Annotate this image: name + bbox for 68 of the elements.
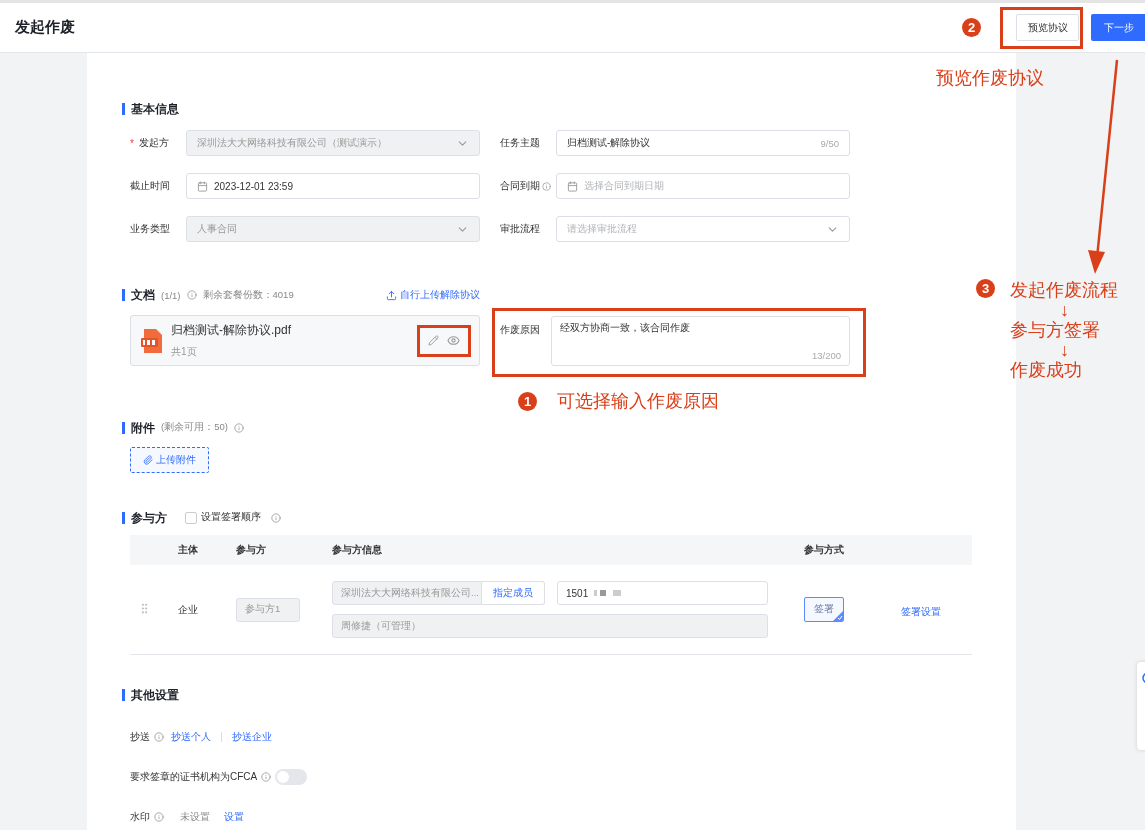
attachment-quota: (剩余可用：50) (161, 421, 228, 434)
page-count: 共1页 (171, 345, 198, 359)
column-header: 参与方式 (803, 543, 845, 557)
calendar-icon (197, 180, 208, 192)
flow-arrow: ↓ (1060, 341, 1069, 359)
column-header: 参与方 (235, 543, 267, 557)
column-header: 主体 (177, 543, 199, 557)
next-button[interactable]: 下一步 (1091, 14, 1145, 41)
sign-mode-button[interactable]: 签署 (804, 597, 844, 622)
checkbox-label: 设置签署顺序 (201, 511, 261, 524)
section-title: 附件 (122, 421, 155, 434)
section-title: 基本信息 (122, 103, 1016, 115)
cc-link[interactable]: 抄送企业 (232, 730, 272, 744)
upload-link[interactable]: 自行上传解除协议 (386, 288, 480, 302)
checkbox[interactable] (185, 511, 197, 524)
sign-settings-link[interactable]: 签署设置 (901, 604, 941, 619)
field-label: 发起方 (138, 136, 169, 150)
calendar-icon (567, 180, 578, 192)
column-header: 参与方信息 (331, 543, 383, 557)
field-label: 业务类型 (130, 222, 170, 236)
file-name: 归档测试-解除协议.pdf (171, 322, 292, 339)
reason-textarea[interactable]: 经双方协商一致，该合同作废 13/200 (551, 316, 850, 366)
upload-icon (386, 289, 397, 301)
setting-label: 要求签章的证书机构为CFCA (130, 770, 258, 784)
pdf-file-icon (141, 328, 163, 353)
phone-field[interactable]: 1501 (557, 581, 768, 605)
page-title: 发起作废 (15, 18, 75, 37)
annotation-note: 预览作废协议 (936, 67, 1044, 90)
assign-member-button[interactable]: 指定成员 (482, 581, 545, 605)
date-field[interactable]: 2023-12-01 23:59 (186, 173, 480, 199)
section-title: 其他设置 (122, 689, 1016, 701)
section-title: 文档 (122, 289, 155, 301)
info-icon (233, 422, 244, 433)
flow-step: 作废成功 (1010, 359, 1082, 381)
info-icon (186, 290, 197, 300)
setting-label: 抄送 (130, 730, 150, 744)
field-label: 作废原因 (500, 323, 541, 337)
edit-icon[interactable] (428, 335, 439, 346)
field-label: 合同到期 (500, 179, 540, 193)
participant-field[interactable]: 参与方1 (236, 597, 300, 622)
field-label: 截止时间 (130, 179, 170, 193)
annotation-note: 可选择输入作废原因 (557, 390, 719, 413)
preview-button[interactable]: 预览协议 (1016, 14, 1079, 41)
member-field[interactable]: 周修捷（可管理） (332, 614, 768, 638)
settings-link[interactable]: 设置 (224, 810, 244, 824)
step-badge: 1 (518, 391, 537, 411)
field-label: 任务主题 (500, 136, 540, 150)
setting-label: 水印 (130, 810, 150, 824)
flow-arrow: ↓ (1060, 301, 1069, 319)
status-text: 未设置 (180, 810, 210, 824)
eye-icon[interactable] (447, 334, 460, 347)
info-icon (271, 512, 281, 523)
step-badge: 2 (962, 18, 981, 37)
upload-attachment-button[interactable]: 上传附件 (130, 447, 209, 473)
quota-text: 剩余套餐份数：4019 (202, 288, 294, 302)
cc-link[interactable]: 抄送个人 (171, 730, 211, 744)
document-count: (1/1) (161, 289, 181, 301)
field-label: 审批流程 (500, 222, 540, 236)
flow-step: 参与方签署 (1010, 319, 1100, 341)
section-title: 参与方 (122, 511, 167, 524)
table-cell-text: 企业 (177, 602, 199, 617)
paperclip-icon (143, 455, 153, 465)
company-field[interactable]: 深圳法大大网络科技有限公司... (332, 581, 482, 605)
input-field[interactable]: 归档测试-解除协议 9/50 (556, 130, 850, 156)
check-corner-icon (833, 611, 843, 621)
toggle-switch[interactable] (275, 769, 308, 785)
required-mark: * (130, 137, 134, 149)
flow-step: 发起作废流程 (1010, 279, 1118, 301)
